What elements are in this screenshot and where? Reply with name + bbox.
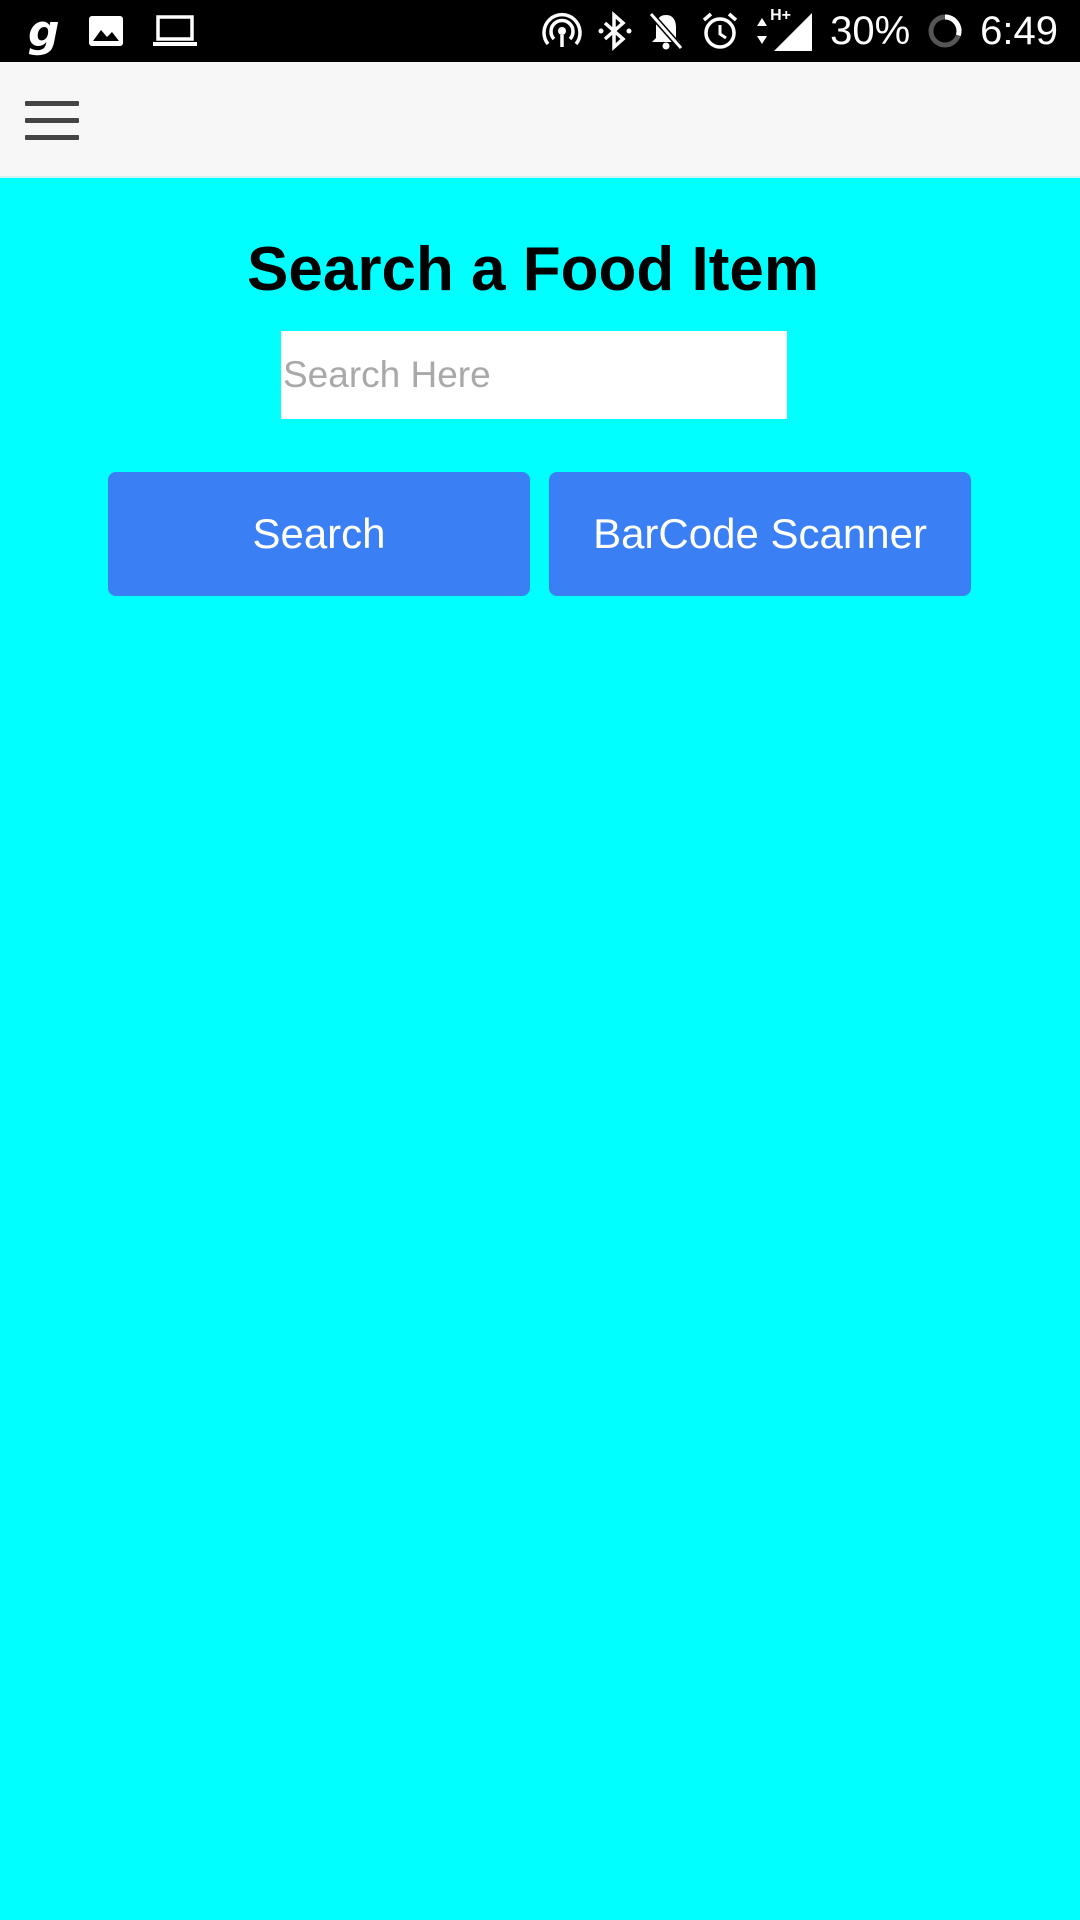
status-right-icons: H+ 30% 6:49 [526,0,1058,62]
notifications-off-icon [648,11,684,51]
search-input[interactable] [281,331,787,419]
status-left-icons: g [28,0,226,62]
search-button[interactable]: Search [108,472,530,596]
network-type-label: H+ [770,7,791,24]
hotspot-icon [542,11,582,51]
app-bar [0,62,1080,178]
laptop-icon [152,14,198,48]
bluetooth-icon [598,11,632,51]
menu-bar-line [25,134,79,140]
alarm-icon [700,11,740,51]
barcode-scanner-button[interactable]: BarCode Scanner [549,472,971,596]
menu-bar-line [25,117,79,123]
image-icon [88,15,124,47]
menu-bar-line [25,100,79,106]
signal-icon: H+ [770,7,814,53]
hamburger-menu-icon[interactable] [20,90,84,150]
clock-time: 6:49 [980,9,1058,53]
data-arrows-icon [756,16,768,46]
page-title: Search a Food Item [247,235,819,304]
battery-percent: 30% [830,9,911,53]
g-app-icon: g [28,5,60,57]
status-bar: g H+ 30% 6:49 [0,0,1080,62]
battery-ring-icon [926,12,964,50]
